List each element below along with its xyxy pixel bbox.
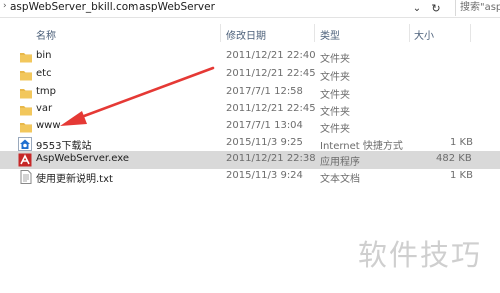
folder-icon <box>20 71 32 81</box>
file-name: bin <box>36 50 52 61</box>
column-divider[interactable] <box>409 24 410 42</box>
file-name: AspWebServer.exe <box>36 153 129 164</box>
breadcrumb-item-aspwebserver[interactable]: aspWebServer <box>139 1 215 13</box>
file-size: 1 KB <box>450 137 473 148</box>
file-size: 1 KB <box>450 170 473 181</box>
column-divider[interactable] <box>314 24 315 42</box>
file-size: 482 KB <box>436 153 472 164</box>
file-row-bin[interactable]: bin 2011/12/21 22:40 文件夹 <box>0 48 500 66</box>
column-type-header[interactable]: 类型 <box>320 27 340 42</box>
file-row-etc[interactable]: etc 2011/12/21 22:45 文件夹 <box>0 66 500 84</box>
column-divider[interactable] <box>470 24 471 42</box>
file-type: 文件夹 <box>320 90 350 101</box>
file-date: 2015/11/3 9:25 <box>226 137 303 148</box>
file-row-www[interactable]: www 2017/7/1 13:04 文件夹 <box>0 118 500 136</box>
folder-icon <box>20 53 32 63</box>
file-type: 应用程序 <box>320 157 360 168</box>
breadcrumb-separator-icon: › <box>130 1 134 11</box>
column-size-header[interactable]: 大小 <box>414 27 434 42</box>
file-date: 2011/12/21 22:45 <box>226 103 316 114</box>
file-type: 文件夹 <box>320 72 350 83</box>
file-type: 文件夹 <box>320 107 350 118</box>
file-name: 使用更新说明.txt <box>36 174 113 185</box>
file-date: 2017/7/1 12:58 <box>226 86 303 97</box>
folder-icon <box>20 89 32 99</box>
file-name: etc <box>36 68 52 79</box>
file-type: Internet 快捷方式 <box>320 141 403 152</box>
watermark: 软件技巧 <box>358 238 483 272</box>
file-row-var[interactable]: var 2011/12/21 22:45 文件夹 <box>0 101 500 119</box>
address-bar[interactable]: › aspWebServer_bkill.com › aspWebServer … <box>0 0 500 18</box>
file-type: 文本文档 <box>320 174 360 185</box>
file-type: 文件夹 <box>320 54 350 65</box>
application-icon <box>18 153 32 167</box>
column-date-header[interactable]: 修改日期 <box>226 27 266 42</box>
folder-icon <box>20 106 32 116</box>
file-name: var <box>36 103 53 114</box>
column-header: 名称 修改日期 类型 大小 <box>0 22 500 44</box>
file-date: 2015/11/3 9:24 <box>226 170 303 181</box>
file-date: 2011/12/21 22:45 <box>226 68 316 79</box>
file-date: 2011/12/21 22:38 <box>226 153 316 164</box>
internet-shortcut-icon <box>18 137 32 151</box>
search-input[interactable]: 搜索"asp <box>455 0 500 16</box>
breadcrumb-separator-icon: › <box>3 1 7 11</box>
column-name-header[interactable]: 名称 <box>36 27 56 42</box>
file-row-readme-txt[interactable]: 使用更新说明.txt 2015/11/3 9:24 文本文档 1 KB <box>0 168 500 186</box>
refresh-icon[interactable]: ↻ <box>428 1 444 16</box>
folder-icon <box>20 123 32 133</box>
breadcrumb-item-aspwebserver-bkill[interactable]: aspWebServer_bkill.com <box>10 1 138 13</box>
file-date: 2017/7/1 13:04 <box>226 120 303 131</box>
file-row-tmp[interactable]: tmp 2017/7/1 12:58 文件夹 <box>0 84 500 102</box>
file-name: tmp <box>36 86 57 97</box>
column-divider[interactable] <box>220 24 221 42</box>
text-document-icon <box>20 170 32 184</box>
file-type: 文件夹 <box>320 124 350 135</box>
file-date: 2011/12/21 22:40 <box>226 50 316 61</box>
chevron-down-icon[interactable]: ⌄ <box>409 1 425 16</box>
file-name: www <box>36 120 61 131</box>
file-row-aspwebserver-exe[interactable]: AspWebServer.exe 2011/12/21 22:38 应用程序 4… <box>0 151 500 169</box>
file-name: 9553下载站 <box>36 141 92 152</box>
